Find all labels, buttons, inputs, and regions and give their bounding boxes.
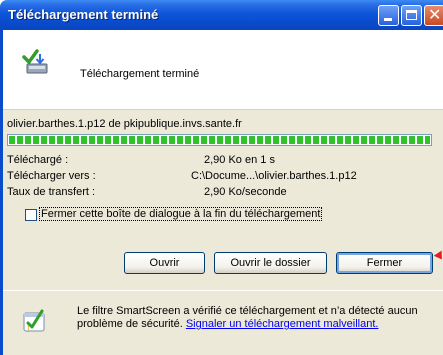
open-folder-button[interactable]: Ouvrir le dossier	[214, 252, 327, 274]
open-folder-button-label: Ouvrir le dossier	[230, 256, 311, 269]
download-to-value: C:\Docume...\olivier.barthes.1.p12	[191, 170, 357, 182]
minimize-button[interactable]	[378, 5, 399, 26]
report-malicious-link[interactable]: Signaler un téléchargement malveillant.	[186, 318, 379, 330]
window-title: Téléchargement terminé	[8, 7, 159, 22]
download-complete-icon	[22, 49, 48, 74]
open-button-label: Ouvrir	[149, 256, 180, 269]
dialog-body: olivier.barthes.1.p12 de pkipublique.inv…	[3, 110, 443, 290]
close-button-label: Fermer	[366, 256, 403, 269]
close-window-button[interactable]: ✕	[424, 5, 443, 26]
downloaded-value: 2,90 Ko en 1 s	[204, 154, 275, 166]
minimize-icon	[384, 18, 392, 21]
maximize-icon	[406, 10, 417, 20]
title-bar[interactable]: Téléchargement terminé ✕	[0, 0, 443, 30]
status-heading: Téléchargement terminé	[80, 68, 200, 80]
progress-bar	[7, 134, 432, 146]
download-source: olivier.barthes.1.p12 de pkipublique.inv…	[7, 118, 242, 130]
transfer-rate-value: 2,90 Ko/seconde	[204, 186, 287, 198]
transfer-rate-label: Taux de transfert :	[7, 186, 96, 198]
smartscreen-text: Le filtre SmartScreen a vérifié ce téléc…	[77, 305, 432, 331]
downloaded-label: Téléchargé :	[7, 154, 69, 166]
close-on-finish-checkbox[interactable]	[25, 209, 37, 221]
dialog-header: Téléchargement terminé	[3, 30, 443, 110]
progress-fill	[9, 136, 430, 144]
close-button[interactable]: Fermer	[336, 252, 433, 274]
download-to-label: Télécharger vers :	[7, 170, 96, 182]
smartscreen-shield-icon: !	[23, 309, 45, 333]
close-on-finish-label[interactable]: Fermer cette boîte de dialogue à la fin …	[38, 207, 323, 221]
close-icon: ✕	[428, 7, 442, 24]
maximize-button[interactable]	[401, 5, 422, 26]
svg-text:!: !	[27, 324, 30, 333]
smartscreen-panel: ! Le filtre SmartScreen a vérifié ce tél…	[3, 291, 443, 355]
open-button[interactable]: Ouvrir	[124, 252, 205, 274]
pointer-arrow-icon	[433, 248, 443, 260]
